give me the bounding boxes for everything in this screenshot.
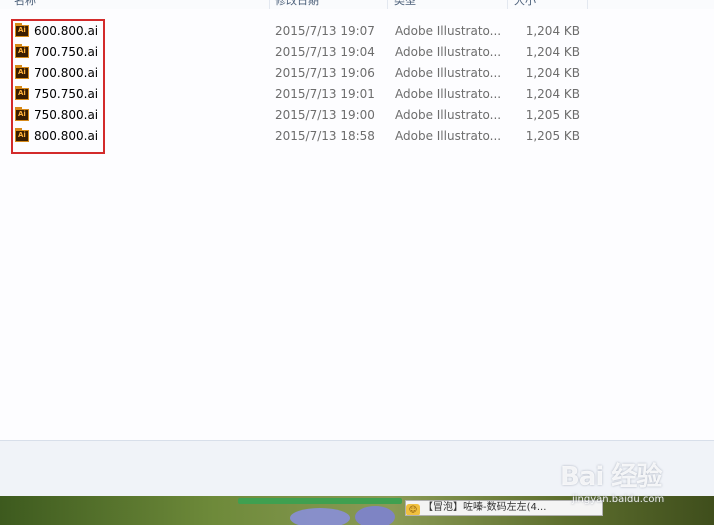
file-name[interactable]: Ai 800.800.ai: [15, 126, 105, 147]
file-size: 1,204 KB: [525, 24, 580, 38]
file-name[interactable]: Ai 700.800.ai: [15, 63, 105, 84]
taskbar-item[interactable]: [238, 498, 402, 504]
notification-text: 【冒泡】咗嗪-数码左左(4...: [423, 502, 547, 513]
file-row[interactable]: Ai 800.800.ai 2015/7/13 18:58 Adobe Illustr…: [0, 126, 714, 147]
adobe-illustrator-file-icon: Ai: [15, 44, 29, 58]
adobe-illustrator-file-icon: Ai: [15, 128, 29, 142]
file-date-modified: 2015/7/13 19:07: [275, 24, 375, 38]
file-name[interactable]: Ai 600.800.ai: [15, 21, 105, 42]
column-header-date-modified[interactable]: 修改日期: [270, 0, 388, 9]
file-size: 1,204 KB: [525, 66, 580, 80]
file-type: Adobe Illustrato...: [395, 66, 502, 80]
file-date-modified: 2015/7/13 18:58: [275, 129, 375, 143]
file-date-modified: 2015/7/13 19:04: [275, 45, 375, 59]
file-name[interactable]: Ai 700.750.ai: [15, 42, 105, 63]
adobe-illustrator-file-icon: Ai: [15, 107, 29, 121]
file-type: Adobe Illustrato...: [395, 24, 502, 38]
file-type: Adobe Illustrato...: [395, 87, 502, 101]
adobe-illustrator-file-icon: Ai: [15, 65, 29, 79]
file-type: Adobe Illustrato...: [395, 129, 502, 143]
file-name-label: 700.800.ai: [34, 66, 99, 80]
file-row[interactable]: Ai 700.800.ai 2015/7/13 19:06 Adobe Illustr…: [0, 63, 714, 84]
details-pane: [0, 440, 714, 497]
file-size: 1,204 KB: [525, 45, 580, 59]
flower-decoration: [355, 506, 395, 525]
column-header-name[interactable]: 名称: [12, 0, 270, 9]
file-date-modified: 2015/7/13 19:06: [275, 66, 375, 80]
file-type: Adobe Illustrato...: [395, 45, 502, 59]
file-name-label: 700.750.ai: [34, 45, 99, 59]
flower-decoration: [290, 508, 350, 525]
column-header-bar: 名称 修改日期 类型 大小: [0, 0, 714, 9]
file-row[interactable]: Ai 750.800.ai 2015/7/13 19:00 Adobe Illustr…: [0, 105, 714, 126]
file-row[interactable]: Ai 750.750.ai 2015/7/13 19:01 Adobe Illustr…: [0, 84, 714, 105]
file-name-label: 750.800.ai: [34, 108, 99, 122]
file-name-label: 800.800.ai: [34, 129, 99, 143]
file-list: Ai 600.800.ai 2015/7/13 19:07 Adobe Illustr…: [0, 21, 714, 147]
file-name-label: 600.800.ai: [34, 24, 99, 38]
file-size: 1,204 KB: [525, 87, 580, 101]
file-type: Adobe Illustrato...: [395, 108, 502, 122]
file-name[interactable]: Ai 750.750.ai: [15, 84, 105, 105]
file-date-modified: 2015/7/13 19:01: [275, 87, 375, 101]
file-date-modified: 2015/7/13 19:00: [275, 108, 375, 122]
file-row[interactable]: Ai 700.750.ai 2015/7/13 19:04 Adobe Illustr…: [0, 42, 714, 63]
file-name-label: 750.750.ai: [34, 87, 99, 101]
file-row[interactable]: Ai 600.800.ai 2015/7/13 19:07 Adobe Illustr…: [0, 21, 714, 42]
file-size: 1,205 KB: [525, 108, 580, 122]
column-header-type[interactable]: 类型: [388, 0, 508, 9]
adobe-illustrator-file-icon: Ai: [15, 86, 29, 100]
file-size: 1,205 KB: [525, 129, 580, 143]
file-explorer-window: 名称 修改日期 类型 大小 Ai 600.800.ai 2015/7/13 19:0…: [0, 0, 714, 440]
file-name[interactable]: Ai 750.800.ai: [15, 105, 105, 126]
desktop-background: ☺ 【冒泡】咗嗪-数码左左(4...: [0, 496, 714, 525]
qq-icon: ☺: [406, 504, 420, 515]
adobe-illustrator-file-icon: Ai: [15, 23, 29, 37]
column-header-size[interactable]: 大小: [508, 0, 588, 9]
notification-bar[interactable]: ☺ 【冒泡】咗嗪-数码左左(4...: [405, 500, 603, 516]
